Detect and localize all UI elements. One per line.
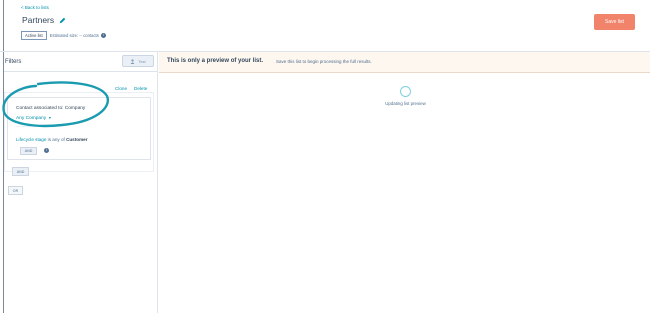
delete-link[interactable]: Delete (134, 86, 147, 91)
back-to-lists-link[interactable]: < Back to lists (21, 5, 49, 10)
save-list-button[interactable]: Save list (594, 14, 635, 30)
and-button-inner[interactable]: AND (20, 147, 37, 155)
loading-spinner-icon (400, 86, 411, 97)
banner-message: Save this list to begin processing the f… (276, 59, 372, 64)
banner-heading: This is only a preview of your list. (167, 58, 264, 64)
lifecycle-operator: is any of (46, 137, 67, 142)
or-button[interactable]: OR (8, 186, 23, 195)
info-icon[interactable]: i (44, 148, 49, 153)
clone-link[interactable]: Clone (115, 86, 127, 91)
lifecycle-filter[interactable]: Lifecycle stage is any of Customer (16, 137, 88, 142)
preview-status: Updating list preview (385, 101, 426, 106)
page-header: < Back to lists Partners Active list Est… (0, 0, 650, 52)
lifecycle-value: Customer (66, 137, 88, 142)
title-row: Partners (22, 15, 66, 25)
preview-banner: This is only a preview of your list. Sav… (159, 52, 650, 73)
filters-title: Filters (5, 59, 22, 65)
annotation-circle (2, 81, 110, 128)
list-meta: Active list Estimated size: -- contacts … (21, 31, 106, 40)
and-button-outer[interactable]: AND (12, 167, 29, 176)
lifecycle-property: Lifecycle stage (16, 137, 47, 142)
person-icon (130, 58, 135, 64)
info-icon[interactable]: i (100, 33, 106, 38)
filters-header: Filters Test (4, 52, 158, 72)
test-button[interactable]: Test (122, 55, 154, 67)
estimated-size-text: Estimated size: -- contacts (49, 33, 99, 38)
page-title: Partners (22, 15, 55, 25)
test-button-label: Test (138, 58, 146, 64)
pencil-icon[interactable] (59, 17, 66, 24)
active-list-badge: Active list (21, 31, 47, 40)
